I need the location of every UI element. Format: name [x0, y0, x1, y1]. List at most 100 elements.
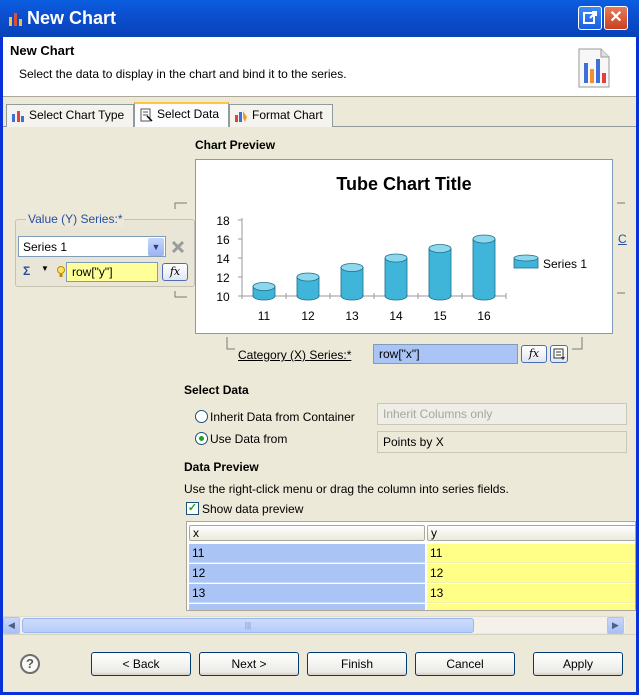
sigma-icon[interactable]: Σ	[23, 264, 30, 278]
wizard-header: New Chart Select the data to display in …	[3, 37, 636, 97]
inherit-columns-select[interactable]: Inherit Columns only	[377, 403, 627, 425]
clipped-series-link[interactable]: C	[618, 232, 627, 246]
legend-label: Series 1	[543, 257, 587, 271]
data-set-select[interactable]: Points by X	[377, 431, 627, 453]
header-description: Select the data to display in the chart …	[19, 67, 347, 81]
value-expression-field[interactable]: row["y"]	[66, 262, 158, 282]
inherit-data-label: Inherit Data from Container	[210, 410, 355, 424]
table-cell: 13	[427, 584, 635, 603]
grouping-icon	[553, 348, 565, 360]
tube-bar-fill	[429, 248, 451, 296]
scroll-left-icon[interactable]: ◀	[3, 617, 20, 634]
table-cell: 12	[427, 564, 635, 583]
y-tick-label: 18	[216, 214, 230, 228]
help-icon: ?	[26, 656, 34, 671]
apply-label: Apply	[562, 657, 594, 671]
category-bracket-decoration	[226, 337, 235, 350]
show-preview-checkbox[interactable]: ✓	[186, 502, 199, 515]
apply-button[interactable]: Apply	[533, 652, 623, 676]
data-icon	[140, 108, 153, 122]
x-tick-label: 12	[301, 309, 315, 323]
cancel-label: Cancel	[446, 657, 484, 671]
table-cell	[189, 604, 425, 610]
tab-label: Select Data	[157, 107, 220, 121]
legend-swatch-top	[513, 254, 539, 262]
x-tick-label: 13	[345, 309, 359, 323]
tube-bar-top	[340, 263, 364, 272]
aggregate-dropdown-icon[interactable]: ▼	[41, 264, 49, 273]
table-cell: 11	[189, 544, 425, 563]
chart-document-icon	[578, 48, 610, 88]
format-chart-icon	[235, 111, 247, 122]
column-header-x[interactable]: x	[189, 525, 425, 541]
horizontal-scrollbar[interactable]: ◀ ||| ▶	[3, 616, 625, 634]
tube-bar-top	[252, 282, 276, 291]
inherit-data-radio[interactable]	[195, 410, 208, 423]
y-tick-label: 14	[216, 252, 230, 266]
help-button[interactable]: ?	[20, 654, 40, 674]
window-title: New Chart	[27, 8, 117, 28]
tab-bar: Select Chart Type Select Data Format Cha…	[3, 102, 636, 128]
category-bracket-right-decoration	[572, 337, 583, 350]
bulb-icon	[57, 266, 65, 277]
tube-bar-fill	[473, 239, 495, 296]
tube-bar-top	[428, 244, 452, 253]
cancel-button[interactable]: Cancel	[415, 652, 515, 676]
scroll-right-icon[interactable]: ▶	[607, 617, 624, 634]
tab-format-chart[interactable]: Format Chart	[229, 104, 333, 127]
y-tick-label: 10	[216, 290, 230, 304]
table-cell	[427, 604, 635, 610]
tube-bar-top	[296, 272, 320, 282]
chart-legend: Series 1	[513, 254, 587, 271]
tab-label: Format Chart	[252, 108, 323, 122]
x-tick-label: 16	[477, 309, 491, 323]
tab-select-chart-type[interactable]: Select Chart Type	[6, 104, 134, 127]
series-select[interactable]: Series 1 ▼	[18, 236, 166, 257]
table-cell: 13	[189, 584, 425, 603]
fx-button[interactable]: fx	[162, 263, 188, 281]
chart-title: Tube Chart Title	[336, 174, 471, 194]
use-data-from-label: Use Data from	[210, 432, 288, 446]
finish-button[interactable]: Finish	[307, 652, 407, 676]
x-tick-label: 14	[389, 309, 403, 323]
right-bracket-decoration	[617, 202, 625, 294]
tube-chart: Tube Chart Title 101214161811 12 13 14 15 16 …	[216, 174, 587, 323]
chart-bars	[252, 234, 496, 301]
grouping-button[interactable]	[550, 345, 568, 363]
tab-label: Select Chart Type	[29, 108, 125, 122]
back-button[interactable]: < Back	[91, 652, 191, 676]
chart-type-icon	[12, 111, 24, 122]
scroll-thumb[interactable]: |||	[22, 618, 474, 633]
use-data-from-radio[interactable]	[195, 432, 208, 445]
chart-preview: Tube Chart Title 10 12 14 16 18 11 12 13 14 15 16 …	[195, 159, 613, 334]
show-preview-label: Show data preview	[202, 502, 304, 516]
data-preview-table: x y 11 11 12 12 13 13	[186, 521, 636, 611]
header-title: New Chart	[10, 43, 75, 58]
column-header-y[interactable]: y	[427, 525, 635, 541]
data-preview-heading: Data Preview	[184, 460, 259, 474]
chart-app-icon	[9, 13, 22, 26]
table-cell: 11	[427, 544, 635, 563]
value-series-panel: Value (Y) Series:* Series 1 ▼ Σ ▼ row["y…	[15, 212, 195, 287]
delete-series-icon[interactable]	[170, 239, 186, 255]
chart-preview-heading: Chart Preview	[195, 138, 276, 152]
back-label: < Back	[122, 657, 160, 671]
next-button[interactable]: Next >	[199, 652, 299, 676]
category-expression-field[interactable]: row["x"]	[373, 344, 518, 364]
tab-select-data[interactable]: Select Data	[134, 102, 229, 128]
tube-bar-top	[384, 253, 408, 263]
footer-divider	[3, 634, 636, 635]
category-series-label: Category (X) Series:*	[238, 348, 351, 362]
chevron-down-icon[interactable]: ▼	[148, 238, 164, 256]
close-button[interactable]: ✕	[604, 6, 628, 30]
next-label: Next >	[231, 657, 267, 671]
x-tick-label: 11	[258, 309, 271, 323]
finish-label: Finish	[340, 657, 373, 671]
restore-icon	[583, 11, 597, 24]
tab-content: Chart Preview C Tube Chart Title 10 12 14 1…	[3, 127, 636, 632]
restore-button[interactable]	[578, 6, 602, 30]
category-series-label-text: Category (X) Series:*	[238, 348, 352, 362]
category-fx-button[interactable]: fx	[521, 345, 547, 363]
series-select-value: Series 1	[23, 240, 68, 254]
title-bar: New Chart ✕	[0, 0, 639, 37]
